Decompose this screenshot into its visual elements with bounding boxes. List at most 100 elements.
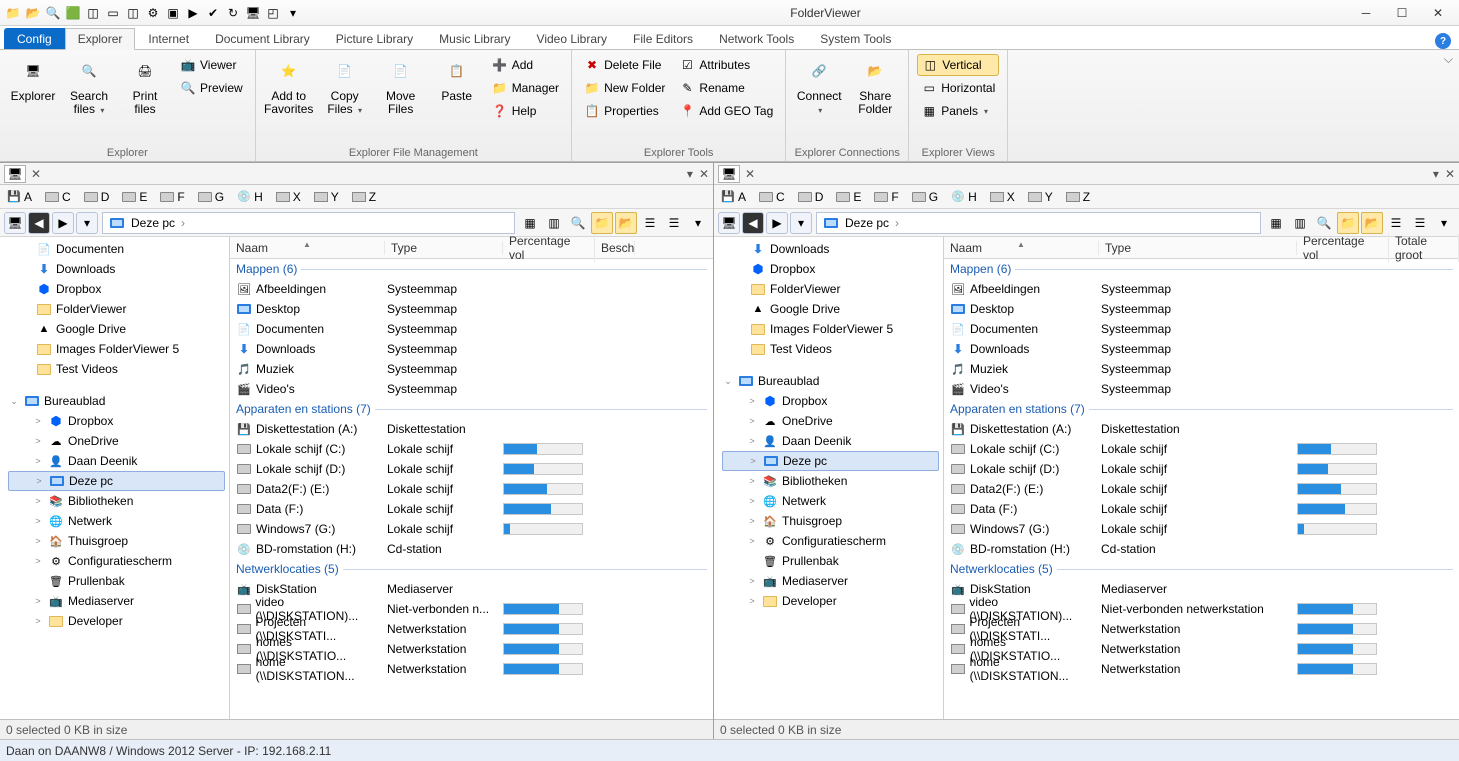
list-item[interactable]: 📄DocumentenSysteemmap xyxy=(944,319,1459,339)
view-icon[interactable]: ☰ xyxy=(1409,212,1431,234)
drive-d[interactable]: D xyxy=(797,189,824,205)
tree-item[interactable]: >🌐Netwerk xyxy=(722,491,939,511)
nav-history-icon[interactable]: ▾ xyxy=(790,212,812,234)
tree-item[interactable]: Test Videos xyxy=(0,359,229,379)
tree-item[interactable]: >⬢Dropbox xyxy=(8,411,225,431)
ribbon-collapse-icon[interactable]: ⌵ xyxy=(1444,52,1453,67)
tree-item[interactable]: >⬢Dropbox xyxy=(722,391,939,411)
tree-item[interactable]: >🏠Thuisgroep xyxy=(722,511,939,531)
nav-home-icon[interactable]: 🖥 xyxy=(718,212,740,234)
tree-item[interactable]: >🌐Netwerk xyxy=(8,511,225,531)
group-header[interactable]: Apparaten en stations (7) xyxy=(944,399,1459,419)
tree-item[interactable]: FolderViewer xyxy=(0,299,229,319)
list-item[interactable]: DesktopSysteemmap xyxy=(944,299,1459,319)
maximize-button[interactable]: ☐ xyxy=(1385,3,1419,23)
list-item[interactable]: 💿BD-romstation (H:)Cd-station xyxy=(944,539,1459,559)
properties-button[interactable]: 📋Properties xyxy=(580,100,669,122)
qat-btn[interactable]: 📁 xyxy=(4,4,22,22)
nav-back-icon[interactable]: ◀ xyxy=(742,212,764,234)
list-item[interactable]: Windows7 (G:)Lokale schijf xyxy=(230,519,713,539)
qat-btn[interactable]: ▶ xyxy=(184,4,202,22)
fav-button[interactable]: ⭐Add to Favorites xyxy=(264,54,314,118)
qat-btn[interactable]: ▣ xyxy=(164,4,182,22)
tab-document-library[interactable]: Document Library xyxy=(202,28,323,49)
tab-network-tools[interactable]: Network Tools xyxy=(706,28,807,49)
help-icon[interactable]: ? xyxy=(1435,33,1451,49)
view-icon[interactable]: 📂 xyxy=(1361,212,1383,234)
drive-e[interactable]: E xyxy=(835,189,861,205)
column-header[interactable]: Percentage vol xyxy=(1297,234,1389,262)
nav-forward-icon[interactable]: ▶ xyxy=(52,212,74,234)
column-header[interactable]: Type xyxy=(1099,241,1297,255)
tree-item[interactable]: Images FolderViewer 5 xyxy=(0,339,229,359)
qat-btn[interactable]: 📂 xyxy=(24,4,42,22)
viewer-button[interactable]: 📺Viewer xyxy=(176,54,247,76)
rename-button[interactable]: ✎Rename xyxy=(675,77,777,99)
view-icon[interactable]: 🔍 xyxy=(567,212,589,234)
tree-item[interactable]: >📺Mediaserver xyxy=(722,571,939,591)
pane-tab[interactable]: 🖥 xyxy=(4,165,26,183)
paste-button[interactable]: 📋Paste xyxy=(432,54,482,105)
list-item[interactable]: DesktopSysteemmap xyxy=(230,299,713,319)
list-item[interactable]: 🎵MuziekSysteemmap xyxy=(230,359,713,379)
tree-item[interactable]: >☁OneDrive xyxy=(722,411,939,431)
list-item[interactable]: Windows7 (G:)Lokale schijf xyxy=(944,519,1459,539)
list-item[interactable]: Lokale schijf (C:)Lokale schijf xyxy=(230,439,713,459)
copy-button[interactable]: 📄Copy Files ▾ xyxy=(320,54,370,118)
panels-button[interactable]: ▦Panels▾ xyxy=(917,100,999,122)
list-item[interactable]: home (\\DISKSTATION...Netwerkstation xyxy=(944,659,1459,679)
column-header[interactable]: ▲Naam xyxy=(230,241,385,255)
tree-item[interactable]: ▲Google Drive xyxy=(0,319,229,339)
tab-config[interactable]: Config xyxy=(4,28,65,49)
explorer-button[interactable]: 🖥Explorer xyxy=(8,54,58,105)
group-header[interactable]: Mappen (6) xyxy=(944,259,1459,279)
pane-close-icon[interactable]: ✕ xyxy=(1445,167,1455,181)
drive-y[interactable]: Y xyxy=(313,189,339,205)
column-header[interactable]: Percentage vol xyxy=(503,234,595,262)
tab-system-tools[interactable]: System Tools xyxy=(807,28,904,49)
view-icon[interactable]: 🔍 xyxy=(1313,212,1335,234)
tree-item[interactable]: >📚Bibliotheken xyxy=(722,471,939,491)
minimize-button[interactable]: ─ xyxy=(1349,3,1383,23)
pane-menu-icon[interactable]: ▾ xyxy=(1433,167,1439,181)
group-header[interactable]: Netwerklocaties (5) xyxy=(230,559,713,579)
tab-explorer[interactable]: Explorer xyxy=(65,28,136,50)
address-path[interactable]: Deze pc› xyxy=(816,212,1261,234)
column-header[interactable]: Totale groot xyxy=(1389,234,1459,262)
print-button[interactable]: 🖨Print files xyxy=(120,54,170,118)
preview-button[interactable]: 🔍Preview xyxy=(176,77,247,99)
view-icon[interactable]: ▥ xyxy=(1289,212,1311,234)
tree-item[interactable]: ⌄Bureaublad xyxy=(0,391,229,411)
tree-item[interactable]: >Deze pc xyxy=(722,451,939,471)
drive-e[interactable]: E xyxy=(121,189,147,205)
tree-item[interactable]: 🗑Prullenbak xyxy=(8,571,225,591)
pane-close-icon[interactable]: ✕ xyxy=(699,167,709,181)
close-button[interactable]: ✕ xyxy=(1421,3,1455,23)
tree-item[interactable]: Images FolderViewer 5 xyxy=(714,319,943,339)
tree-item[interactable]: >🏠Thuisgroep xyxy=(8,531,225,551)
drive-c[interactable]: C xyxy=(44,189,71,205)
pane-menu-icon[interactable]: ▾ xyxy=(687,167,693,181)
tree-item[interactable]: >👤Daan Deenik xyxy=(722,431,939,451)
view-icon[interactable]: ▦ xyxy=(1265,212,1287,234)
qat-btn[interactable]: 🔍 xyxy=(44,4,62,22)
tree-item[interactable]: FolderViewer xyxy=(714,279,943,299)
column-header[interactable]: Type xyxy=(385,241,503,255)
tree-item[interactable]: ⌄Bureaublad xyxy=(714,371,943,391)
manager-button[interactable]: 📁Manager xyxy=(488,77,563,99)
tree-item[interactable]: >📚Bibliotheken xyxy=(8,491,225,511)
tab-close-icon[interactable]: ✕ xyxy=(744,167,756,181)
tree-item[interactable]: >Developer xyxy=(8,611,225,631)
list-item[interactable]: Lokale schijf (C:)Lokale schijf xyxy=(944,439,1459,459)
list-item[interactable]: 📄DocumentenSysteemmap xyxy=(230,319,713,339)
group-header[interactable]: Apparaten en stations (7) xyxy=(230,399,713,419)
nav-history-icon[interactable]: ▾ xyxy=(76,212,98,234)
list-item[interactable]: Data (F:)Lokale schijf xyxy=(230,499,713,519)
column-header[interactable]: ▲Naam xyxy=(944,241,1099,255)
qat-btn[interactable]: ◫ xyxy=(84,4,102,22)
qat-btn[interactable]: 🟩 xyxy=(64,4,82,22)
tab-internet[interactable]: Internet xyxy=(135,28,202,49)
nav-home-icon[interactable]: 🖥 xyxy=(4,212,26,234)
vertical-button[interactable]: ◫Vertical xyxy=(917,54,999,76)
drive-f[interactable]: F xyxy=(873,189,898,205)
